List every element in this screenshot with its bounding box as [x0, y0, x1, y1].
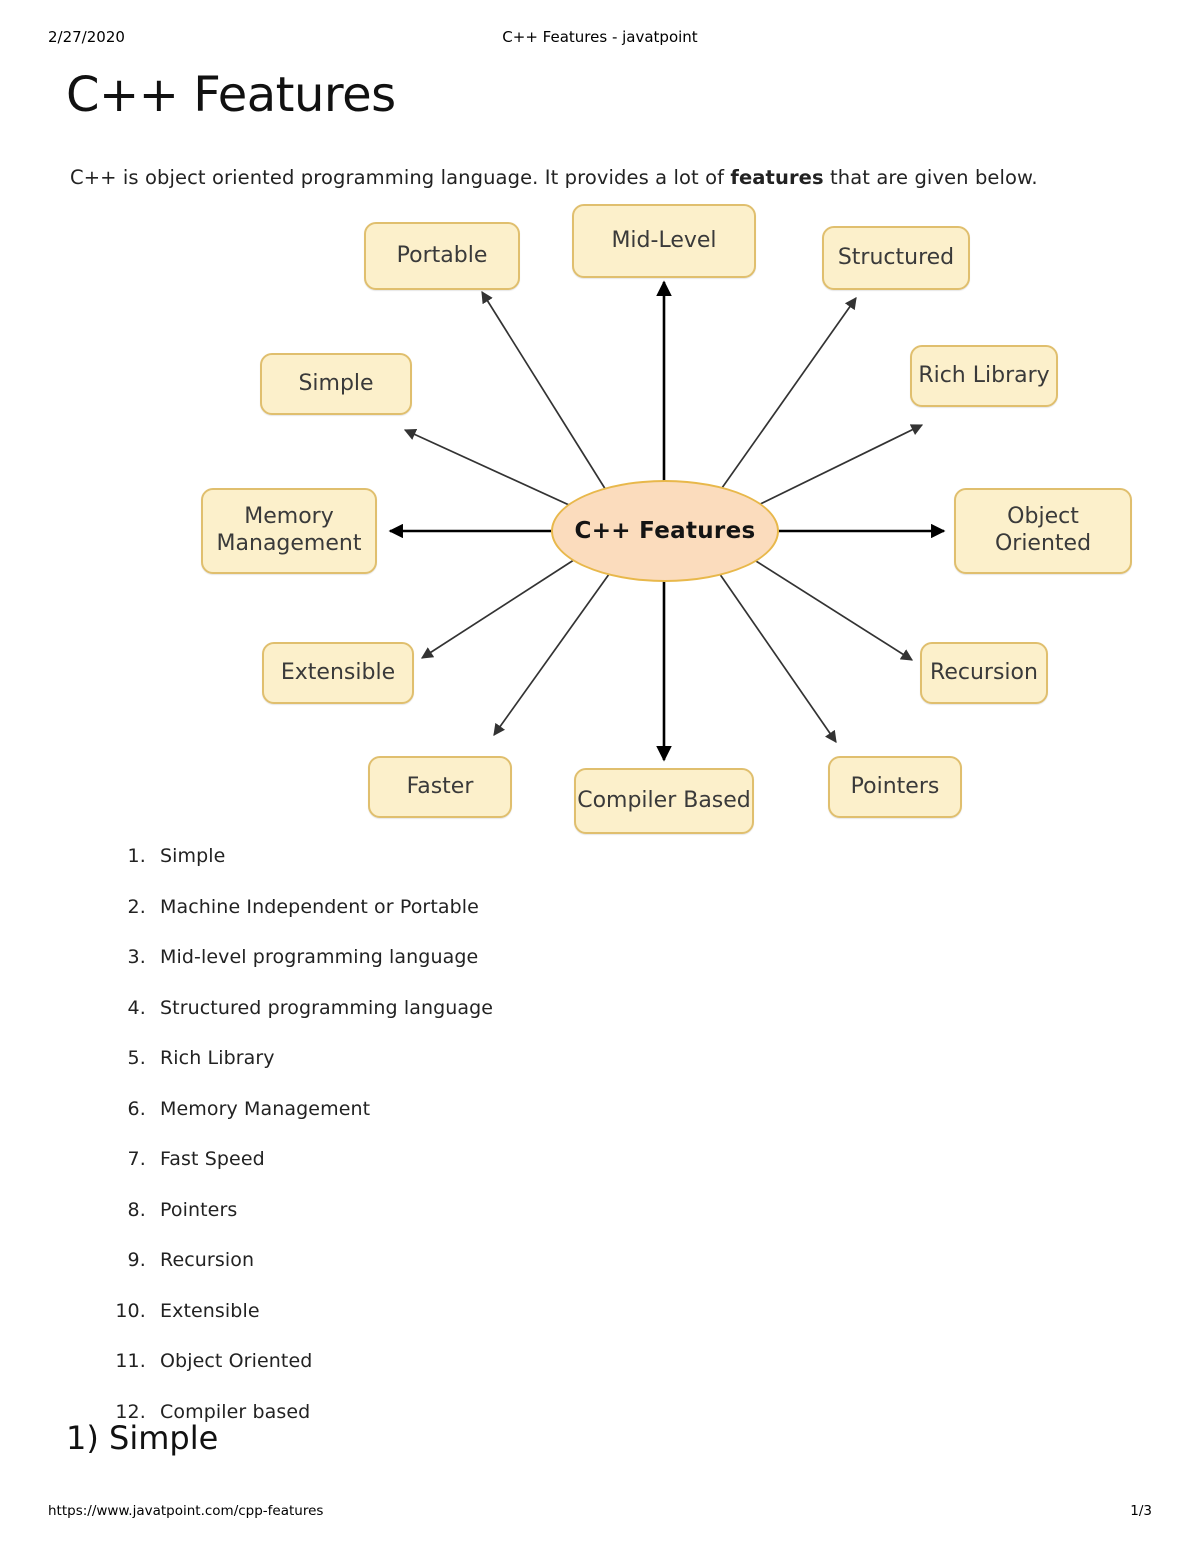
diagram-node-recursion: Recursion	[920, 642, 1048, 704]
diagram-node-label: Structured	[837, 244, 955, 270]
diagram-node-pointers: Pointers	[828, 756, 962, 818]
diagram-node-label: Simple	[298, 370, 374, 396]
list-item: Simple	[152, 845, 792, 867]
diagram-node-label: Mid-Level	[611, 227, 717, 253]
diagram-node-label: Pointers	[850, 773, 940, 799]
list-item: Recursion	[152, 1249, 792, 1271]
arrow-to-simple	[403, 429, 581, 511]
page-title: C++ Features	[66, 67, 396, 123]
arrow-to-faster	[493, 569, 613, 736]
diagram-node-structured: Structured	[822, 226, 970, 290]
arrow-to-rich-library	[747, 424, 924, 511]
section-heading-simple: 1) Simple	[66, 1419, 219, 1457]
print-header-title: C++ Features - javatpoint	[502, 28, 698, 46]
footer-url: https://www.javatpoint.com/cpp-features	[48, 1503, 324, 1519]
diagram-node-label: Rich Library	[918, 362, 1050, 388]
list-item: Object Oriented	[152, 1350, 792, 1372]
diagram-node-simple: Simple	[260, 353, 412, 415]
list-item: Extensible	[152, 1300, 792, 1322]
list-item: Structured programming language	[152, 997, 792, 1019]
list-item: Pointers	[152, 1199, 792, 1221]
print-footer: https://www.javatpoint.com/cpp-features …	[0, 1503, 1200, 1523]
print-header: 2/27/2020 C++ Features - javatpoint	[0, 28, 1200, 50]
diagram-node-label-line2: Management	[216, 531, 362, 556]
list-item: Mid-level programming language	[152, 946, 792, 968]
diagram-node-portable: Portable	[364, 222, 520, 290]
diagram-node-mid-level: Mid-Level	[572, 204, 756, 278]
diagram-center-node: C++ Features	[551, 480, 779, 582]
intro-paragraph: C++ is object oriented programming langu…	[70, 166, 1038, 189]
list-item: Memory Management	[152, 1098, 792, 1120]
diagram-node-compiler-based: Compiler Based	[574, 768, 754, 834]
diagram-node-extensible: Extensible	[262, 642, 414, 704]
diagram-node-label-line1: Memory	[244, 504, 334, 530]
diagram-node-label-line2: Oriented	[994, 531, 1092, 556]
arrow-to-structured	[716, 297, 857, 496]
list-item: Rich Library	[152, 1047, 792, 1069]
list-item: Compiler based	[152, 1401, 792, 1423]
feature-list: Simple Machine Independent or Portable M…	[96, 845, 792, 1451]
diagram-node-label-line1: Object	[1007, 504, 1079, 530]
diagram-node-label: Faster	[406, 773, 474, 799]
diagram-node-rich-library: Rich Library	[910, 345, 1058, 407]
arrow-to-recursion	[747, 555, 914, 661]
intro-text-before: C++ is object oriented programming langu…	[70, 165, 731, 189]
arrow-to-pointers	[716, 569, 837, 743]
arrow-to-extensible	[421, 555, 581, 659]
arrow-to-portable	[481, 290, 610, 496]
list-item: Machine Independent or Portable	[152, 896, 792, 918]
diagram-node-label: Extensible	[280, 659, 396, 685]
diagram-center-label: C++ Features	[574, 518, 756, 544]
list-item: Fast Speed	[152, 1148, 792, 1170]
diagram-node-label: Compiler Based	[577, 787, 751, 813]
footer-page-number: 1/3	[1130, 1503, 1152, 1519]
diagram-node-label: Portable	[396, 242, 488, 268]
diagram-node-label: Recursion	[930, 659, 1038, 685]
diagram-node-memory-management: Memory Management	[201, 488, 377, 574]
intro-text-bold: features	[730, 165, 824, 189]
diagram-node-object-oriented: Object Oriented	[954, 488, 1132, 574]
cpp-features-diagram: C++ Features Portable Mid-Level Structur…	[0, 190, 1200, 850]
diagram-node-faster: Faster	[368, 756, 512, 818]
intro-text-after: that are given below.	[823, 165, 1038, 189]
